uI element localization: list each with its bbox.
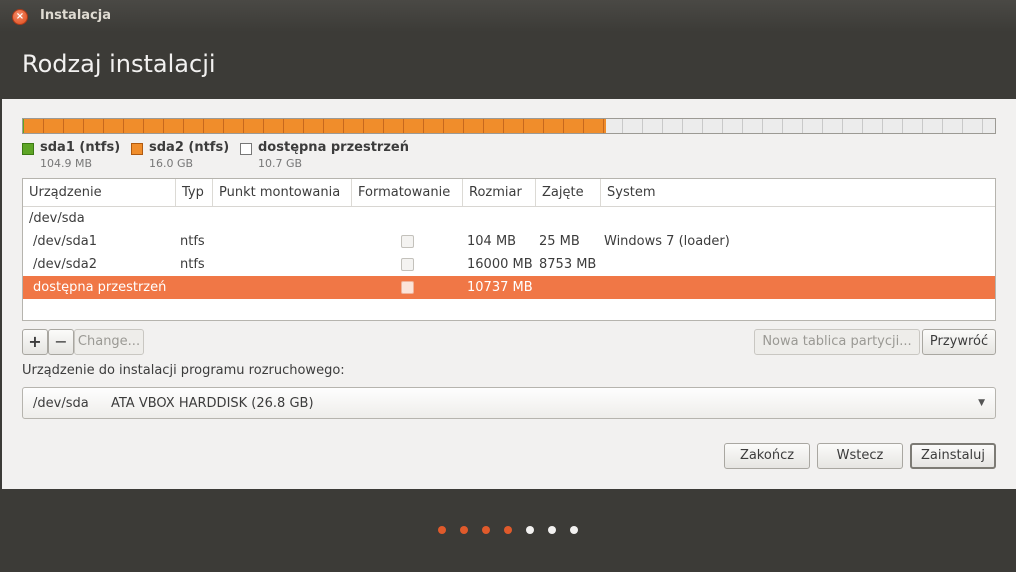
cell-size: 104 MB [467,234,517,249]
cell-size: 10737 MB [467,280,533,295]
bootloader-description: ATA VBOX HARDDISK (26.8 GB) [110,396,314,411]
table-row[interactable]: /dev/sda2 ntfs 16000 MB 8753 MB [23,253,995,276]
cell-device: dostępna przestrzeń [33,280,167,295]
legend-swatch [131,143,143,155]
install-button[interactable]: Zainstaluj [910,443,996,469]
back-button[interactable]: Wstecz [817,443,903,469]
bootloader-device-select[interactable]: /dev/sda ATA VBOX HARDDISK (26.8 GB) ▼ [22,387,996,419]
cell-type: ntfs [180,234,205,249]
bootloader-device: /dev/sda [33,396,89,411]
new-partition-table-button[interactable]: Nowa tablica partycji... [754,329,920,355]
quit-button[interactable]: Zakończ [724,443,810,469]
page-title: Rodzaj instalacji [22,50,216,78]
format-checkbox[interactable] [401,281,414,294]
table-row-selected[interactable]: dostępna przestrzeń 10737 MB [23,276,995,299]
table-row[interactable]: /dev/sda1 ntfs 104 MB 25 MB Windows 7 (l… [23,230,995,253]
cell-system: Windows 7 (loader) [604,234,730,249]
cell-device: /dev/sda [29,211,85,226]
progress-dot [438,526,446,534]
chevron-down-icon: ▼ [978,398,985,408]
bootloader-selected-value: /dev/sda ATA VBOX HARDDISK (26.8 GB) [33,396,314,411]
page-header: Rodzaj instalacji [0,32,1016,99]
progress-dot [482,526,490,534]
legend-name: sda2 (ntfs) [149,140,230,155]
column-header-system[interactable]: System [601,179,995,206]
legend-size: 16.0 GB [149,157,194,170]
remove-partition-button[interactable]: − [48,329,74,355]
cell-size: 16000 MB [467,257,533,272]
legend-name: sda1 (ntfs) [40,140,121,155]
column-header-format[interactable]: Formatowanie [352,179,463,206]
add-partition-button[interactable]: + [22,329,48,355]
cell-used: 8753 MB [539,257,597,272]
cell-used: 25 MB [539,234,580,249]
progress-dot [548,526,556,534]
main-content: sda1 (ntfs) 104.9 MB sda2 (ntfs) 16.0 GB… [2,99,1016,489]
title-bar: × Instalacja [0,0,1016,32]
progress-dot [570,526,578,534]
column-header-type[interactable]: Typ [176,179,213,206]
legend-size: 104.9 MB [40,157,93,170]
bootloader-label: Urządzenie do instalacji programu rozruc… [22,363,345,378]
cell-type: ntfs [180,257,205,272]
close-icon[interactable]: × [12,9,28,25]
column-header-size[interactable]: Rozmiar [463,179,536,206]
change-partition-button[interactable]: Change... [74,329,144,355]
window-title: Instalacja [40,8,111,23]
legend-swatch [240,143,252,155]
progress-dot [526,526,534,534]
column-header-used[interactable]: Zajęte [536,179,601,206]
table-row[interactable]: /dev/sda [23,207,995,230]
legend-swatch [22,143,34,155]
format-checkbox[interactable] [401,258,414,271]
progress-dot [460,526,468,534]
footer [0,489,1016,572]
legend-name: dostępna przestrzeń [258,140,409,155]
column-header-mount[interactable]: Punkt montowania [213,179,352,206]
partition-table[interactable]: Urządzenie Typ Punkt montowania Formatow… [22,178,996,321]
legend-size: 10.7 GB [258,157,303,170]
column-header-device[interactable]: Urządzenie [23,179,176,206]
format-checkbox[interactable] [401,235,414,248]
progress-dot [504,526,512,534]
partition-bar [22,118,996,134]
revert-button[interactable]: Przywróć [922,329,996,355]
table-header: Urządzenie Typ Punkt montowania Formatow… [23,179,995,207]
cell-device: /dev/sda1 [33,234,97,249]
partition-bar-sda2 [24,119,606,133]
cell-device: /dev/sda2 [33,257,97,272]
